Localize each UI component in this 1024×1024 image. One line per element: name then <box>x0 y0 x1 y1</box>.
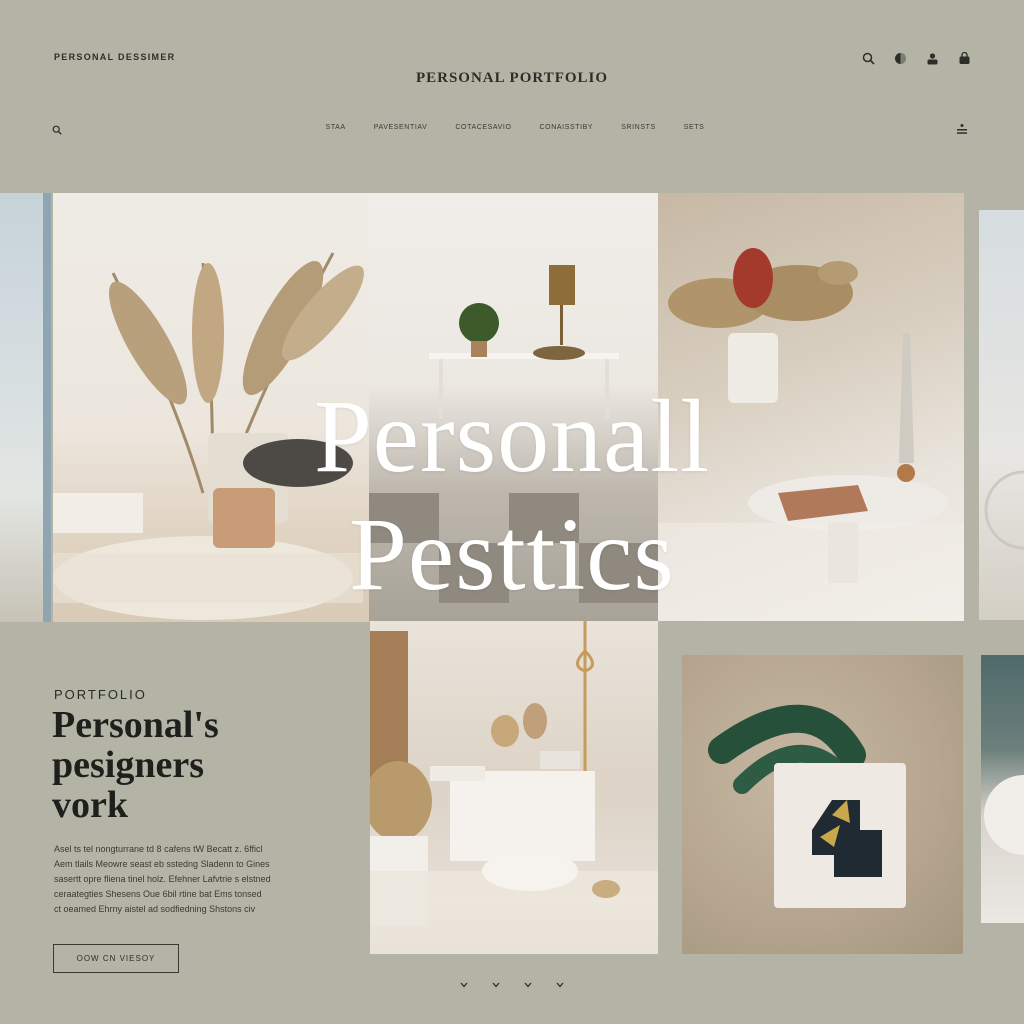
nav-item[interactable]: CONAISSTIBY <box>540 124 594 131</box>
gallery-image-edge-right-bottom[interactable] <box>981 655 1024 923</box>
body-line: ceraategties Shesens Oue 6bil rtine bat … <box>54 889 262 899</box>
nav-item[interactable]: COTACESAVIO <box>455 124 511 131</box>
main-nav: STAA PAVESENTIAV COTACESAVIO CONAISSTIBY… <box>0 124 1024 131</box>
body-line: ct oeamed Ehrny aistel ad sodfiedning Sh… <box>54 904 256 914</box>
scroll-indicators <box>0 978 1024 992</box>
nav-item[interactable]: SETS <box>684 124 705 131</box>
section-headline: Personal's pesigners vork <box>52 705 352 825</box>
nav-item[interactable]: PAVESENTIAV <box>374 124 428 131</box>
headline-line-2: pesigners <box>52 744 204 786</box>
section-eyebrow: PORTFOLIO <box>54 687 147 702</box>
section-body: Asel ts tel nongturrane td 8 cafens tW B… <box>54 842 344 917</box>
menu-icon[interactable] <box>956 122 970 136</box>
hero-title: Personall Pesttics <box>0 378 1024 614</box>
site-title[interactable]: PERSONAL PORTFOLIO <box>0 70 1024 87</box>
cart-icon[interactable] <box>956 50 972 66</box>
chevron-down-icon[interactable] <box>521 978 535 992</box>
headline-line-1: Personal's <box>52 704 219 746</box>
user-icon[interactable] <box>924 50 940 66</box>
search-icon[interactable] <box>860 50 876 66</box>
view-portfolio-button[interactable]: OOW CN VIESOY <box>53 944 179 973</box>
chevron-down-icon[interactable] <box>553 978 567 992</box>
chevron-down-icon[interactable] <box>457 978 471 992</box>
globe-icon[interactable] <box>892 50 908 66</box>
brand-label[interactable]: PERSONAL DESSIMER <box>54 52 175 62</box>
nav-item[interactable]: STAA <box>326 124 346 131</box>
body-line: sasertt opre fliena tinel holz. Efehner … <box>54 874 271 884</box>
hero-line-1: Personall <box>313 379 711 494</box>
chevron-down-icon[interactable] <box>489 978 503 992</box>
body-line: Asel ts tel nongturrane td 8 cafens tW B… <box>54 844 263 854</box>
gallery-image-shelf[interactable] <box>370 621 658 954</box>
nav-item[interactable]: SRINSTS <box>621 124 656 131</box>
body-line: Aem tlails Meowre seast eb sstedng Slade… <box>54 859 270 869</box>
hero-line-2: Pesttics <box>349 497 675 612</box>
header-icons <box>860 50 972 66</box>
headline-line-3: vork <box>52 784 128 826</box>
gallery-image-art-print[interactable] <box>682 655 963 954</box>
